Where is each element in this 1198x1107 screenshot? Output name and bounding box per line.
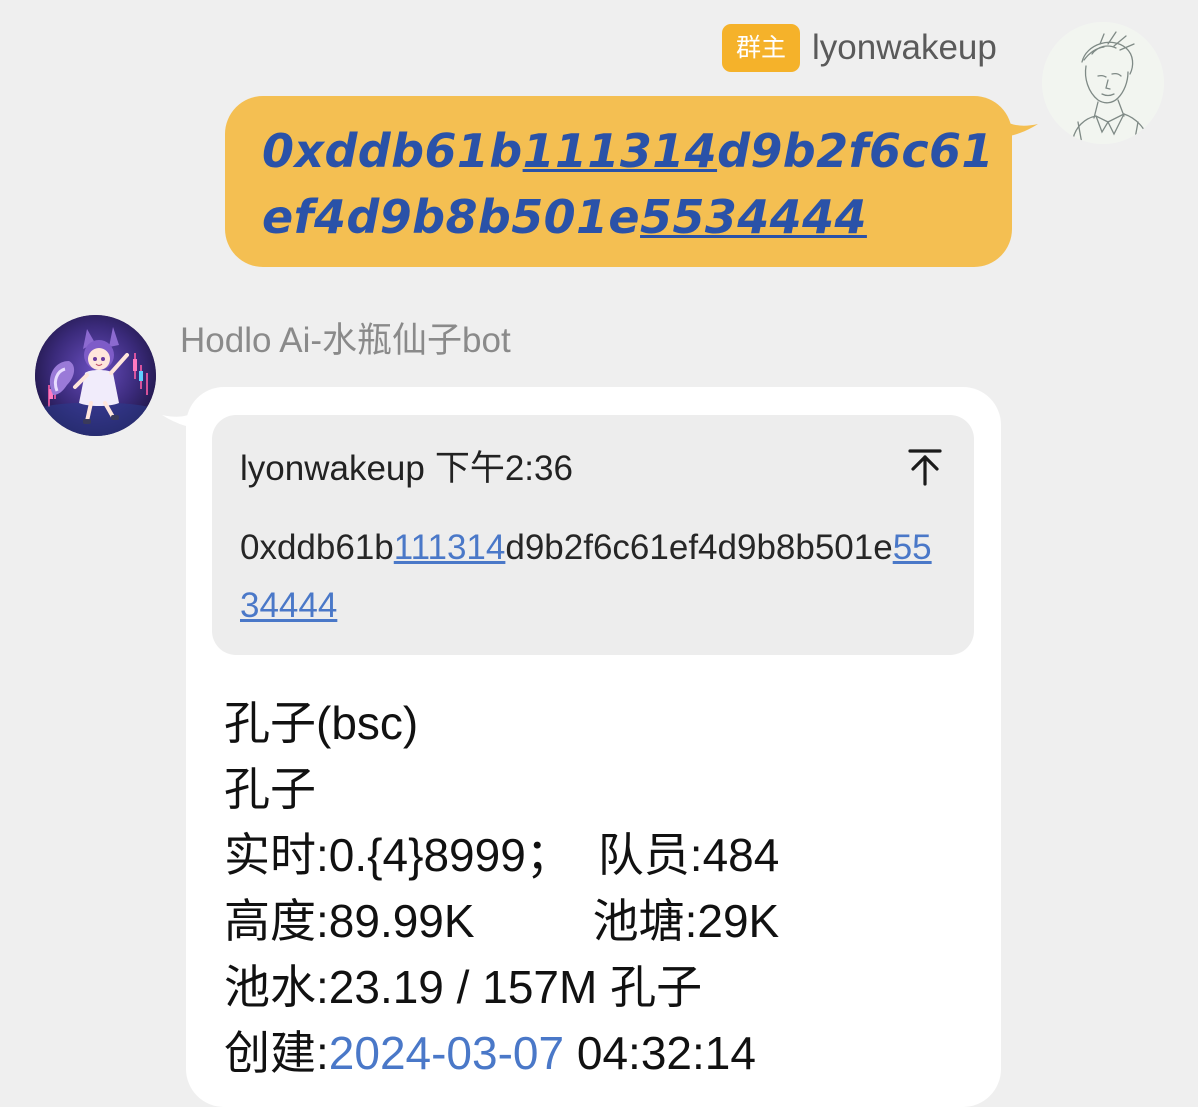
address-text: 0xddb61b bbox=[262, 124, 523, 178]
realtime-row: 实时:0.{4}8999； 队员:484 bbox=[224, 822, 984, 888]
anime-fox-girl-avatar-icon bbox=[35, 315, 156, 436]
address-text: d9b2f6c61ef4d9b8b501e bbox=[505, 528, 893, 567]
token-name: 孔子 bbox=[224, 763, 316, 815]
quote-header: lyonwakeup 下午2:36 bbox=[240, 442, 573, 496]
phone-number-link[interactable]: 111314 bbox=[523, 124, 717, 178]
phone-number-link[interactable]: 5534444 bbox=[640, 190, 867, 244]
quote-text: 0xddb61b111314d9b2f6c61ef4d9b8b501e55344… bbox=[240, 519, 950, 635]
address-text: 0xddb61b bbox=[240, 528, 394, 567]
pool-size: 池塘:29K bbox=[592, 895, 780, 947]
created-row: 创建:2024-03-07 04:32:14 bbox=[224, 1020, 984, 1086]
sender-name[interactable]: lyonwakeup bbox=[812, 22, 997, 74]
liquidity-row: 池水:23.19 / 157M 孔子 bbox=[224, 961, 703, 1013]
token-title: 孔子(bsc) bbox=[224, 697, 419, 749]
phone-number-link[interactable]: 111314 bbox=[394, 528, 506, 567]
market-height: 高度:89.99K bbox=[224, 895, 475, 947]
created-time: 04:32:14 bbox=[576, 1027, 756, 1079]
bot-avatar[interactable] bbox=[35, 315, 156, 436]
created-label: 创建: bbox=[224, 1027, 329, 1079]
quote-author: lyonwakeup bbox=[240, 449, 425, 488]
group-owner-badge: 群主 bbox=[722, 24, 800, 72]
bot-name[interactable]: Hodlo Ai-水瓶仙子bot bbox=[180, 316, 511, 366]
height-row: 高度:89.99K 池塘:29K bbox=[224, 888, 984, 954]
arrow-up-to-line-icon[interactable] bbox=[904, 446, 946, 488]
bot-reply-body: 孔子(bsc) 孔子 实时:0.{4}8999； 队员:484 高度:89.99K… bbox=[224, 690, 984, 1086]
quote-time: 下午2:36 bbox=[434, 449, 573, 488]
outgoing-message-text[interactable]: 0xddb61b111314d9b2f6c61ef4d9b8b501e55344… bbox=[262, 118, 1002, 250]
member-count: 队员:484 bbox=[597, 829, 780, 881]
sketch-portrait-avatar-icon bbox=[1042, 22, 1164, 144]
realtime-price: 实时:0.{4}8999； bbox=[224, 829, 572, 881]
user-avatar[interactable] bbox=[1042, 22, 1164, 144]
created-date-link[interactable]: 2024-03-07 bbox=[329, 1027, 564, 1079]
